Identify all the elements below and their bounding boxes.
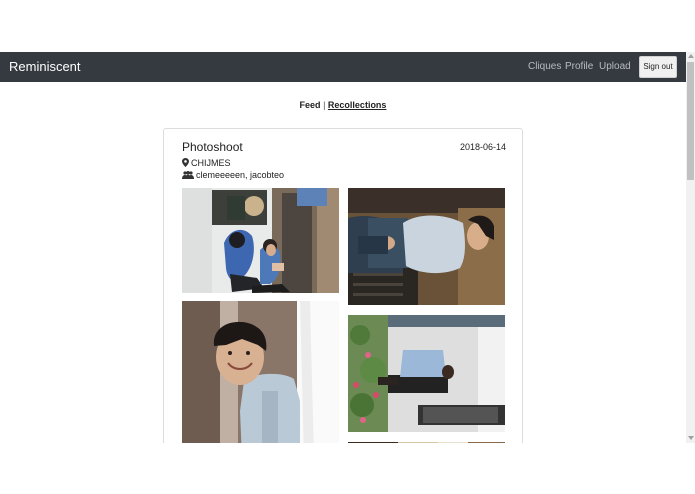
members-label: clemeeeeen, jacobteo: [196, 170, 285, 180]
post-photo-2[interactable]: [348, 188, 505, 305]
scrollbar-thumb[interactable]: [687, 62, 694, 180]
tab-separator: |: [323, 100, 326, 110]
map-marker-icon: [182, 158, 189, 167]
post-title[interactable]: Photoshoot: [182, 140, 243, 154]
nav-link-profile[interactable]: Profile: [565, 61, 593, 72]
sign-out-button[interactable]: Sign out: [639, 56, 677, 78]
scroll-up-arrow-icon[interactable]: [688, 54, 694, 58]
browser-viewport: Reminiscent Cliques Profile Upload Sign …: [0, 52, 695, 443]
post-photo-3[interactable]: [182, 301, 339, 443]
nav-link-cliques[interactable]: Cliques: [528, 61, 561, 72]
post-date: 2018-06-14: [460, 142, 507, 152]
top-navbar: Reminiscent Cliques Profile Upload Sign …: [0, 52, 686, 82]
location-label: CHIJMES: [191, 158, 231, 168]
post-photo-1[interactable]: [182, 188, 339, 293]
tab-recollections[interactable]: Recollections: [328, 100, 387, 110]
users-icon: [182, 171, 194, 179]
brand-logo[interactable]: Reminiscent: [9, 59, 81, 74]
post-location: CHIJMES: [182, 158, 231, 168]
feed-tabs: Feed | Recollections: [0, 100, 686, 110]
post-photo-4[interactable]: [348, 315, 505, 432]
post-card: Photoshoot 2018-06-14 CHIJMES clemeeeeen…: [163, 128, 523, 443]
post-photo-5[interactable]: [348, 442, 505, 443]
scroll-down-arrow-icon[interactable]: [688, 436, 694, 440]
tab-feed[interactable]: Feed: [300, 100, 321, 110]
page-scrollbar[interactable]: [686, 52, 695, 443]
post-members: clemeeeeen, jacobteo: [182, 170, 284, 180]
nav-link-upload[interactable]: Upload: [599, 61, 631, 72]
